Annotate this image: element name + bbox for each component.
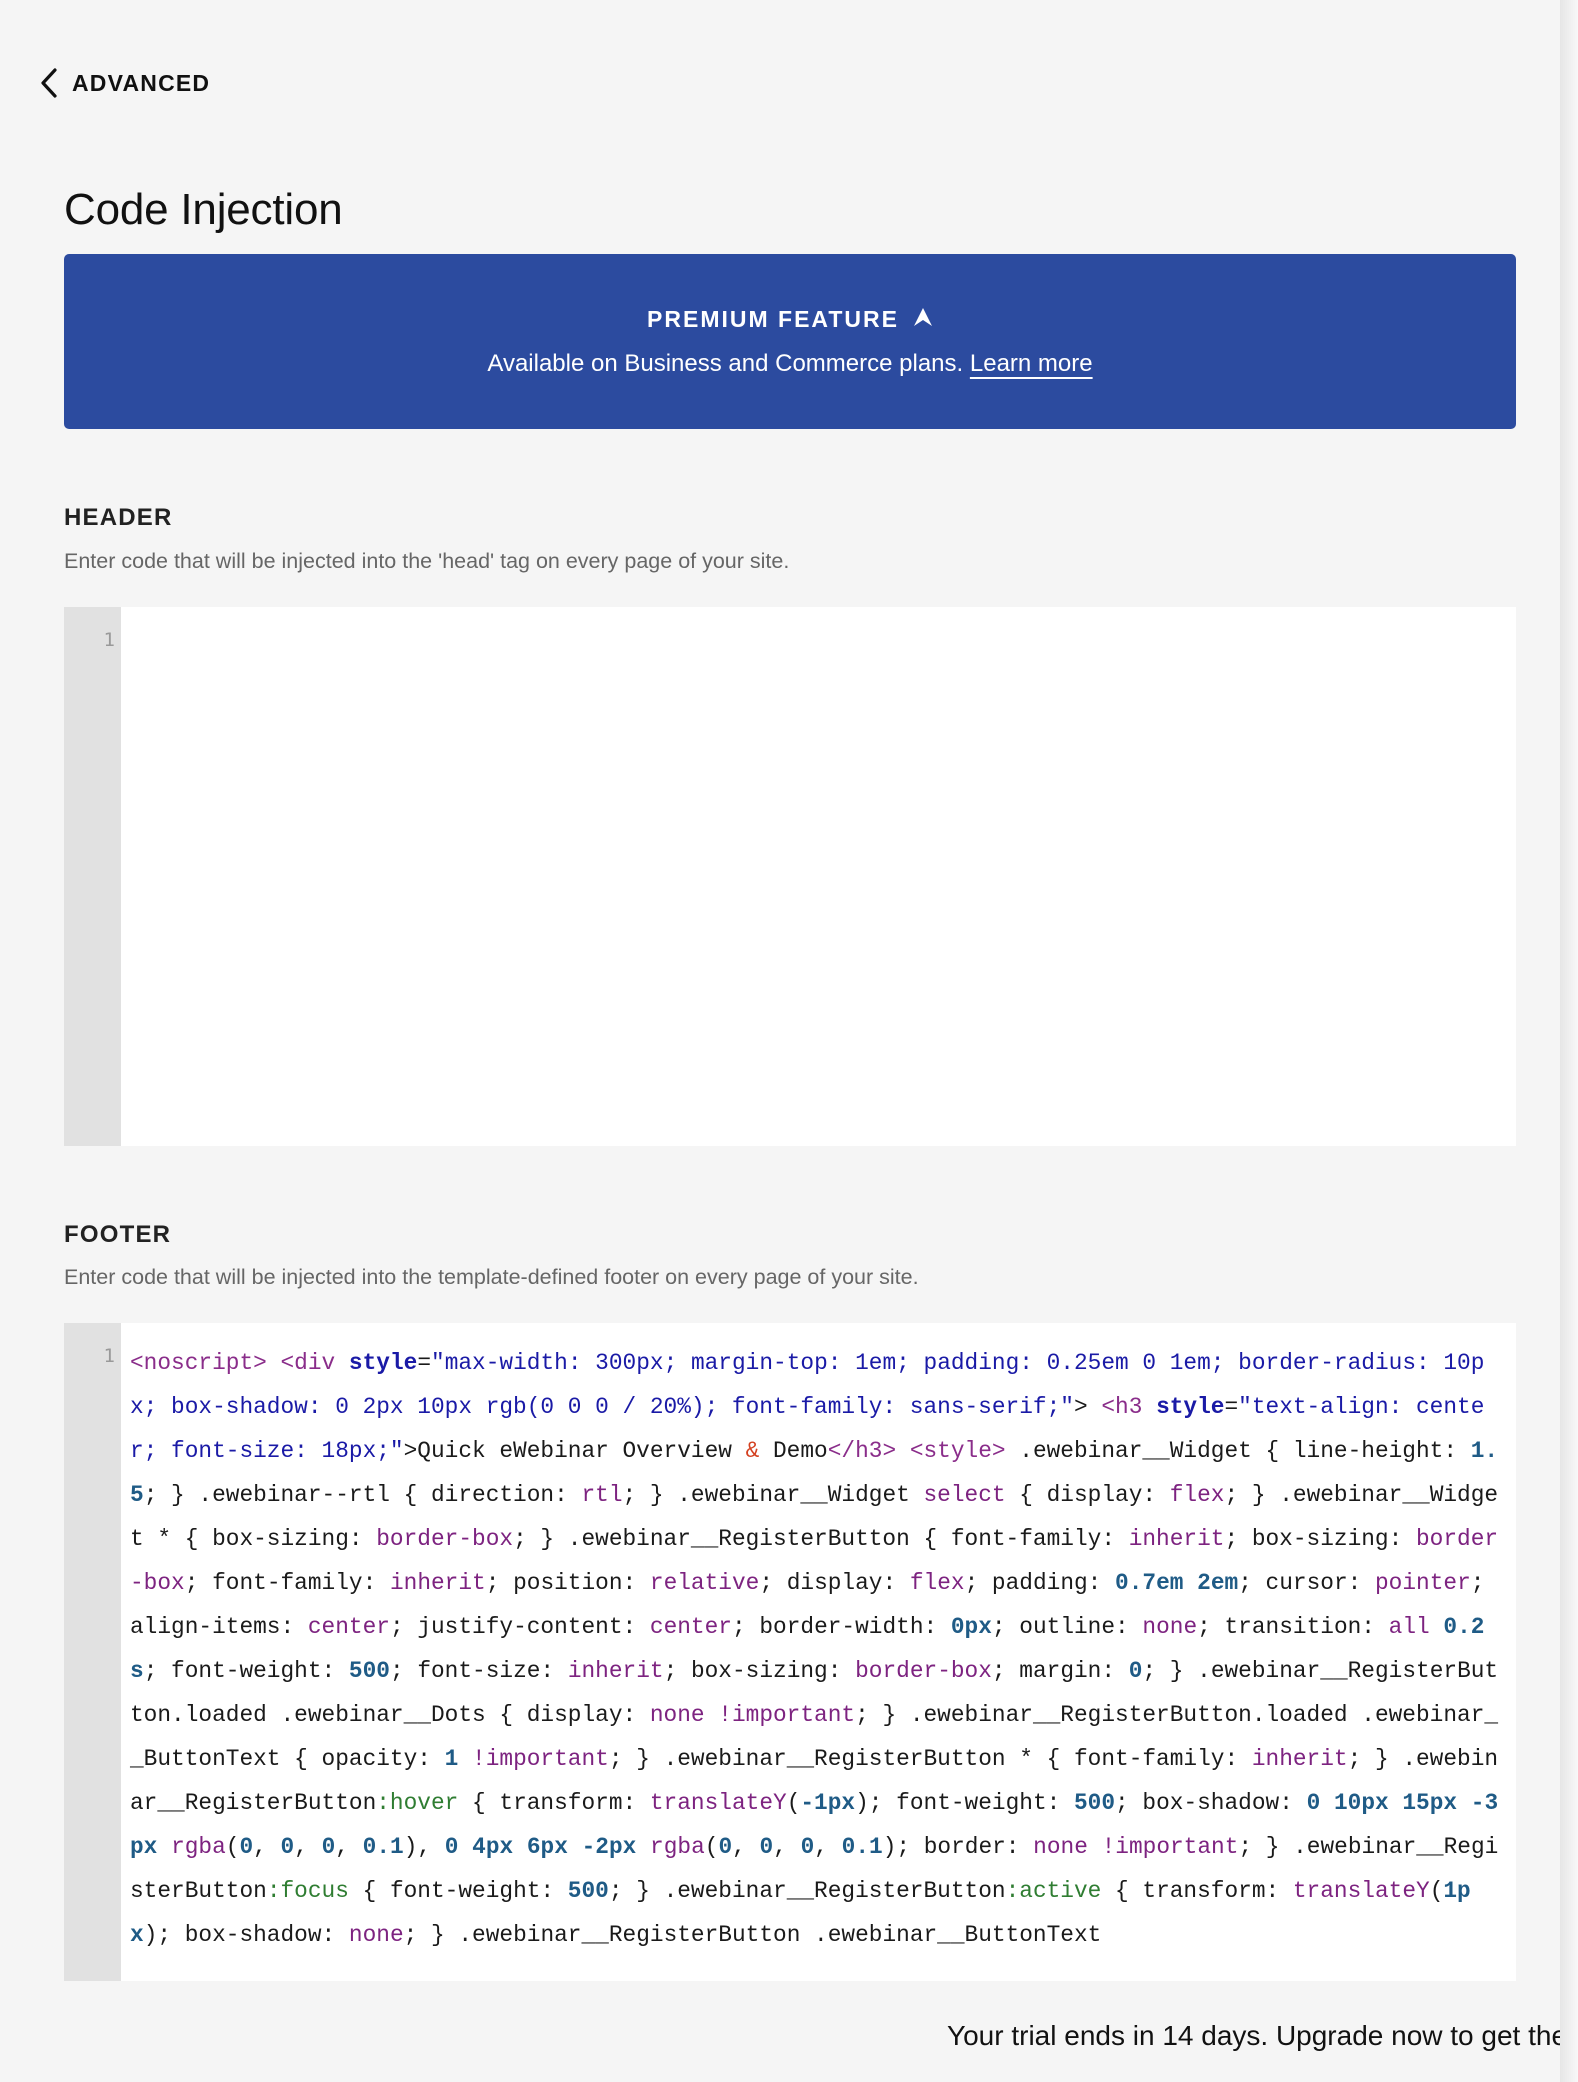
back-label: ADVANCED — [72, 69, 211, 96]
premium-title: PREMIUM FEATURE — [647, 306, 899, 332]
trial-notice: Your trial ends in 14 days. Upgrade now … — [947, 2020, 1568, 2051]
premium-title-row: PREMIUM FEATURE — [64, 306, 1516, 333]
back-to-advanced-button[interactable]: ADVANCED — [40, 68, 210, 98]
line-number-gutter: 1 — [64, 1323, 121, 1981]
settings-panel: ADVANCED Code Injection PREMIUM FEATURE … — [0, 0, 1567, 2082]
line-number: 1 — [103, 629, 115, 651]
header-code-editor[interactable]: 1 — [64, 607, 1516, 1146]
learn-more-link[interactable]: Learn more — [970, 350, 1093, 377]
header-section-title: HEADER — [64, 504, 173, 531]
header-section-description: Enter code that will be injected into th… — [64, 549, 790, 573]
arrow-up-icon — [913, 306, 933, 333]
footer-code-content: <noscript> <div style="max-width: 300px;… — [130, 1350, 1499, 1948]
line-number: 1 — [103, 1345, 115, 1367]
panel-edge — [1560, 0, 1578, 2082]
line-number-gutter: 1 — [64, 607, 121, 1146]
premium-feature-banner: PREMIUM FEATURE Available on Business an… — [64, 254, 1516, 429]
premium-description-row: Available on Business and Commerce plans… — [64, 350, 1516, 378]
premium-description: Available on Business and Commerce plans… — [487, 350, 964, 377]
chevron-left-icon — [40, 68, 58, 98]
footer-section-description: Enter code that will be injected into th… — [64, 1265, 919, 1289]
footer-code-editor[interactable]: 1 <noscript> <div style="max-width: 300p… — [64, 1323, 1516, 1981]
page-title: Code Injection — [64, 185, 343, 234]
footer-section-title: FOOTER — [64, 1221, 172, 1248]
